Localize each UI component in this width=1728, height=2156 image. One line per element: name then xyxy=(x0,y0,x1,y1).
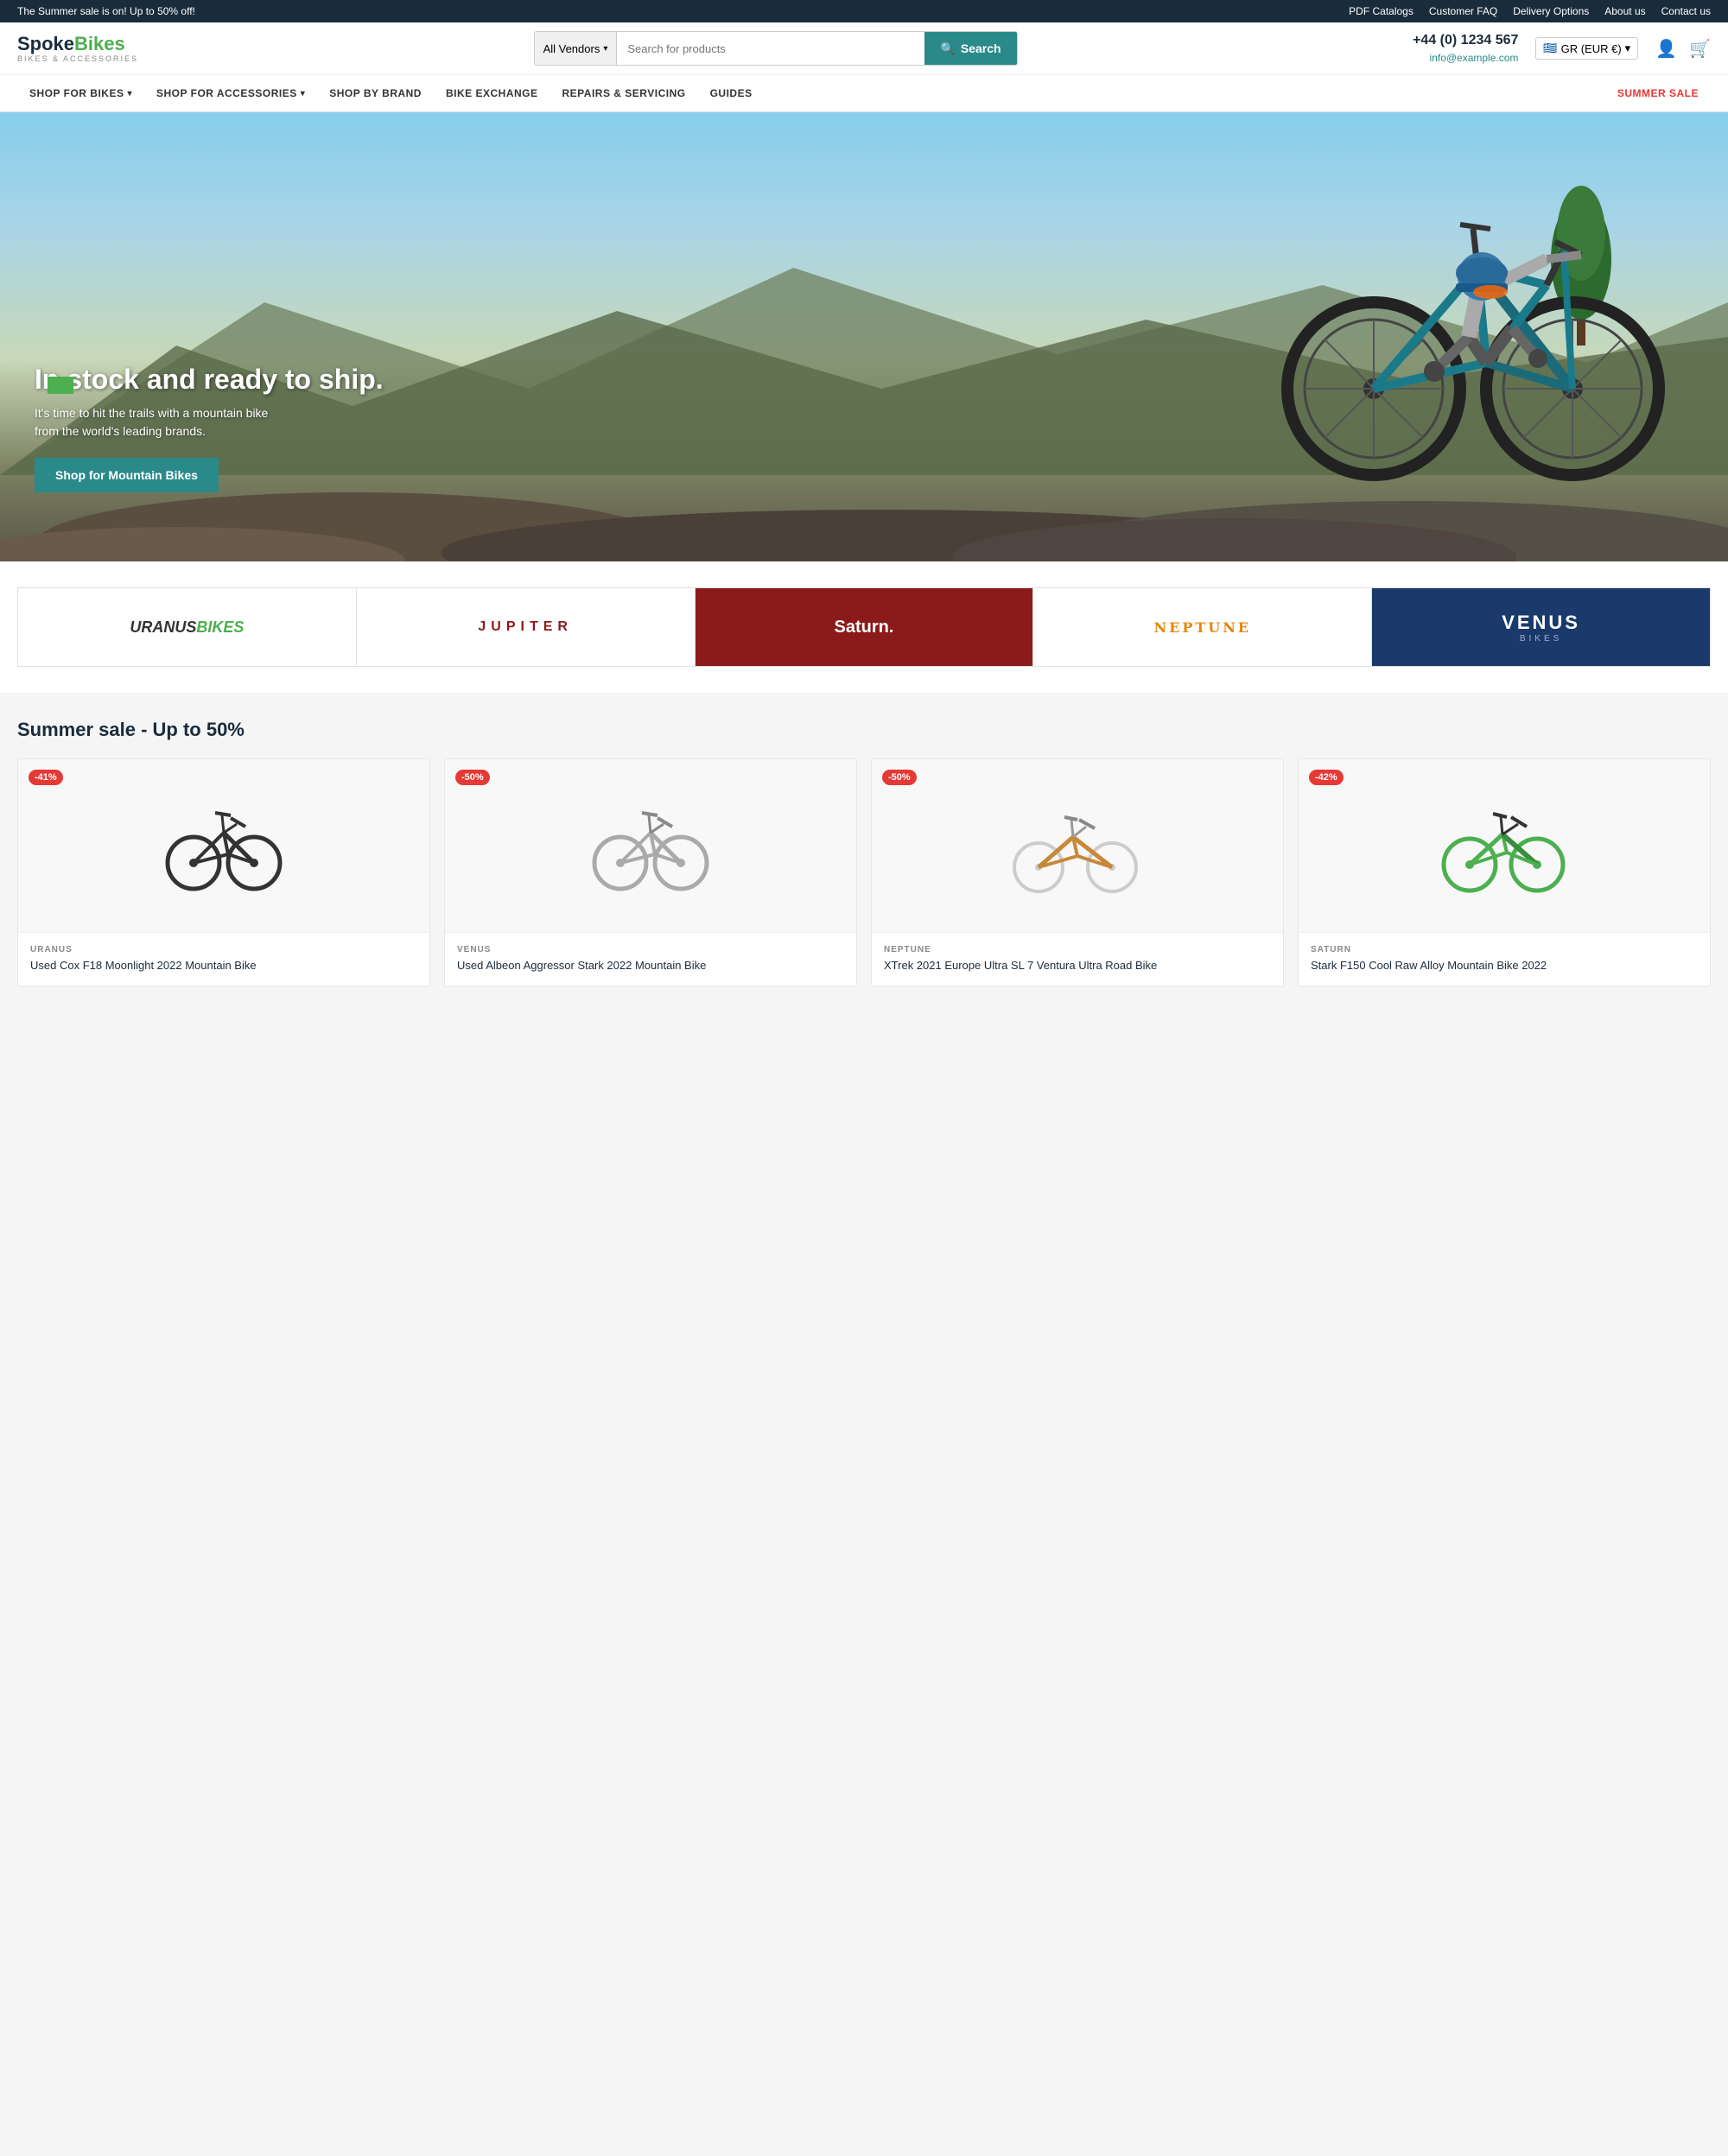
product-brand: NEPTUNE xyxy=(884,945,1271,954)
product-image-area: -42% xyxy=(1299,759,1710,932)
product-brand: VENUS xyxy=(457,945,844,954)
product-info: VENUS Used Albeon Aggressor Stark 2022 M… xyxy=(445,932,856,986)
top-banner: The Summer sale is on! Up to 50% off! PD… xyxy=(0,0,1728,22)
product-card[interactable]: -50% NEPTUNE xyxy=(871,758,1284,986)
brand-neptune-label: NEPTUNE xyxy=(1154,619,1252,636)
product-bike-image xyxy=(155,794,293,897)
product-brand: URANUS xyxy=(30,945,417,954)
contact-us-link[interactable]: Contact us xyxy=(1661,5,1711,17)
brands-section: URANUSBIKES JUPITER Saturn. NEPTUNE VENU… xyxy=(0,561,1728,693)
search-button-label: Search xyxy=(961,41,1001,55)
discount-badge: -50% xyxy=(882,770,917,785)
about-us-link[interactable]: About us xyxy=(1604,5,1645,17)
product-name: Used Cox F18 Moonlight 2022 Mountain Bik… xyxy=(30,958,417,973)
search-bar: All Vendors ▾ 🔍 Search xyxy=(534,31,1018,66)
hero-indicator xyxy=(48,377,73,394)
header: SpokeBikes BIKES & ACCESSORIES All Vendo… xyxy=(0,22,1728,75)
product-image-area: -41% xyxy=(18,759,429,932)
product-bike-image xyxy=(1008,794,1147,897)
hero-title: In stock and ready to ship. xyxy=(35,364,384,396)
brand-uranus-label: URANUSBIKES xyxy=(130,618,244,637)
header-icons: 👤 🛒 xyxy=(1655,38,1711,60)
nav-repairs[interactable]: Repairs & Servicing xyxy=(550,75,698,111)
product-image-area: -50% xyxy=(872,759,1283,932)
brand-saturn[interactable]: Saturn. xyxy=(696,588,1034,666)
logo-sub: BIKES & ACCESSORIES xyxy=(17,54,138,63)
nav-shop-by-brand[interactable]: Shop by Brand xyxy=(317,75,434,111)
hero-content: In stock and ready to ship. It's time to… xyxy=(35,364,384,492)
brands-grid: URANUSBIKES JUPITER Saturn. NEPTUNE VENU… xyxy=(17,587,1711,667)
product-info: SATURN Stark F150 Cool Raw Alloy Mountai… xyxy=(1299,932,1710,986)
nav-bike-exchange[interactable]: Bike Exchange xyxy=(434,75,550,111)
chevron-down-icon: ▾ xyxy=(127,89,132,98)
hero-biker xyxy=(1236,112,1685,492)
brand-venus-label: VENUS xyxy=(1502,612,1580,634)
customer-faq-link[interactable]: Customer FAQ xyxy=(1429,5,1497,17)
product-bike-image xyxy=(1435,794,1573,897)
product-brand: SATURN xyxy=(1311,945,1698,954)
contact-phone: +44 (0) 1234 567 xyxy=(1413,31,1518,50)
promo-text: The Summer sale is on! Up to 50% off! xyxy=(17,5,195,17)
brand-saturn-label: Saturn. xyxy=(835,618,894,637)
vendor-select[interactable]: All Vendors ▾ xyxy=(535,32,618,65)
search-input[interactable] xyxy=(617,32,924,65)
brand-jupiter-label: JUPITER xyxy=(478,619,573,635)
brand-neptune[interactable]: NEPTUNE xyxy=(1033,588,1372,666)
product-name: Used Albeon Aggressor Stark 2022 Mountai… xyxy=(457,958,844,973)
product-name: Stark F150 Cool Raw Alloy Mountain Bike … xyxy=(1311,958,1698,973)
product-info: NEPTUNE XTrek 2021 Europe Ultra SL 7 Ven… xyxy=(872,932,1283,986)
chevron-down-icon: ▾ xyxy=(1625,41,1631,55)
main-nav: Shop for Bikes ▾ Shop for Accessories ▾ … xyxy=(0,75,1728,112)
currency-label: GR (EUR €) xyxy=(1561,42,1622,55)
chevron-down-icon: ▾ xyxy=(301,89,306,98)
nav-shop-bikes[interactable]: Shop for Bikes ▾ xyxy=(17,75,144,111)
product-card[interactable]: -41% URANUS xyxy=(17,758,430,986)
contact-info: +44 (0) 1234 567 info@example.com xyxy=(1413,31,1518,65)
contact-email: info@example.com xyxy=(1413,51,1518,66)
hero-subtitle: It's time to hit the trails with a mount… xyxy=(35,404,276,441)
nav-left: Shop for Bikes ▾ Shop for Accessories ▾ … xyxy=(17,75,765,111)
product-info: URANUS Used Cox F18 Moonlight 2022 Mount… xyxy=(18,932,429,986)
product-image-area: -50% xyxy=(445,759,856,932)
chevron-down-icon: ▾ xyxy=(603,44,607,54)
shop-mountain-bikes-button[interactable]: Shop for Mountain Bikes xyxy=(35,458,219,492)
nav-guides[interactable]: Guides xyxy=(698,75,765,111)
discount-badge: -50% xyxy=(455,770,490,785)
nav-summer-sale[interactable]: Summer Sale xyxy=(1605,75,1711,111)
sale-title: Summer sale - Up to 50% xyxy=(17,719,1711,741)
cart-icon[interactable]: 🛒 xyxy=(1689,38,1711,60)
flag-icon: 🇬🇷 xyxy=(1543,41,1557,55)
brand-venus[interactable]: VENUS BIKES xyxy=(1372,588,1710,666)
top-banner-links: PDF Catalogs Customer FAQ Delivery Optio… xyxy=(1349,5,1711,17)
search-icon: 🔍 xyxy=(940,41,955,56)
currency-selector[interactable]: 🇬🇷 GR (EUR €) ▾ xyxy=(1535,37,1638,60)
products-grid: -41% URANUS xyxy=(17,758,1711,986)
discount-badge: -42% xyxy=(1309,770,1344,785)
product-bike-image xyxy=(581,794,720,897)
logo-bikes: Bikes xyxy=(74,33,125,54)
discount-badge: -41% xyxy=(29,770,63,785)
product-card[interactable]: -42% SATURN xyxy=(1298,758,1711,986)
product-name: XTrek 2021 Europe Ultra SL 7 Ventura Ult… xyxy=(884,958,1271,973)
search-button[interactable]: 🔍 Search xyxy=(924,32,1016,65)
product-card[interactable]: -50% VENUS xyxy=(444,758,857,986)
hero-section: In stock and ready to ship. It's time to… xyxy=(0,112,1728,561)
brand-venus-sub-label: BIKES xyxy=(1502,634,1580,644)
nav-shop-accessories[interactable]: Shop for Accessories ▾ xyxy=(144,75,317,111)
brand-jupiter[interactable]: JUPITER xyxy=(357,588,696,666)
logo-spoke: Spoke xyxy=(17,33,74,54)
header-right: +44 (0) 1234 567 info@example.com 🇬🇷 GR … xyxy=(1413,31,1711,65)
delivery-options-link[interactable]: Delivery Options xyxy=(1513,5,1589,17)
sale-section: Summer sale - Up to 50% -41% xyxy=(0,693,1728,1012)
pdf-catalogs-link[interactable]: PDF Catalogs xyxy=(1349,5,1414,17)
brand-uranus[interactable]: URANUSBIKES xyxy=(18,588,357,666)
logo[interactable]: SpokeBikes BIKES & ACCESSORIES xyxy=(17,35,138,63)
vendor-label: All Vendors xyxy=(543,42,600,55)
account-icon[interactable]: 👤 xyxy=(1655,38,1677,60)
